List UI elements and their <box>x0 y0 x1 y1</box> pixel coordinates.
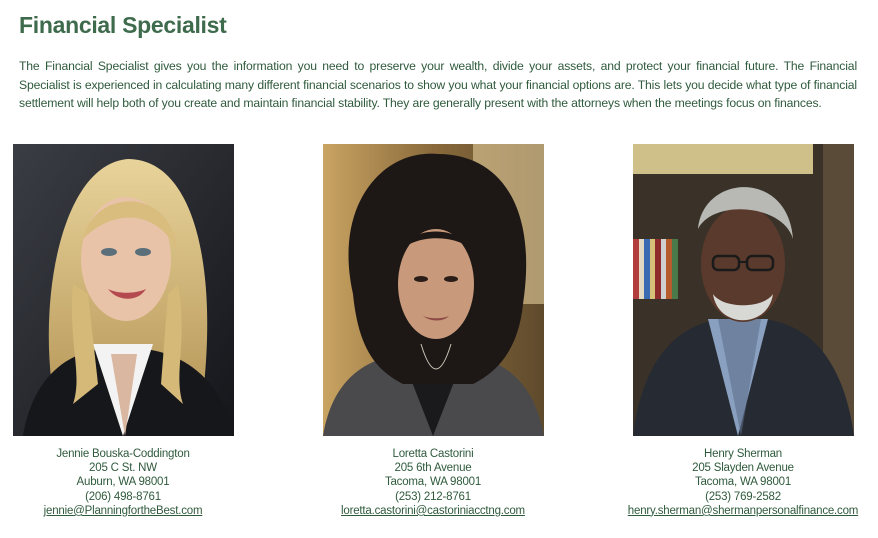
specialist-name: Jennie Bouska-Coddington <box>56 448 190 460</box>
specialist-email-link[interactable]: loretta.castorini@castoriniacctng.com <box>341 505 525 517</box>
specialist-email-link[interactable]: jennie@PlanningfortheBest.com <box>44 505 203 517</box>
specialist-email-link[interactable]: henry.sherman@shermanpersonalfinance.com <box>628 505 859 517</box>
specialist-name: Loretta Castorini <box>392 448 474 460</box>
specialist-card: Henry Sherman 205 Slayden Avenue Tacoma,… <box>613 144 873 518</box>
specialist-photo <box>632 144 854 436</box>
intro-paragraph: The Financial Specialist gives you the i… <box>19 59 857 110</box>
specialist-phone: (253) 212-8761 <box>395 490 471 503</box>
specialist-city: Tacoma, WA 98001 <box>694 476 792 489</box>
specialist-street: 205 6th Avenue <box>394 462 472 475</box>
specialist-city: Auburn, WA 98001 <box>76 476 170 489</box>
specialist-street: 205 Slayden Avenue <box>692 462 794 475</box>
specialist-info: Loretta Castorini 205 6th Avenue Tacoma,… <box>303 447 563 518</box>
page-title: Financial Specialist <box>19 12 227 38</box>
specialist-name: Henry Sherman <box>704 448 782 460</box>
specialist-info: Henry Sherman 205 Slayden Avenue Tacoma,… <box>613 447 873 518</box>
specialist-card: Jennie Bouska-Coddington 205 C St. NW Au… <box>0 144 253 518</box>
specialist-card: Loretta Castorini 205 6th Avenue Tacoma,… <box>303 144 563 518</box>
specialist-info: Jennie Bouska-Coddington 205 C St. NW Au… <box>0 447 253 518</box>
specialist-city: Tacoma, WA 98001 <box>384 476 482 489</box>
specialist-photo <box>322 144 544 436</box>
specialist-photo <box>12 144 234 436</box>
specialist-street: 205 C St. NW <box>89 462 157 475</box>
specialist-phone: (253) 769-2582 <box>705 490 781 503</box>
specialist-phone: (206) 498-8761 <box>85 490 161 503</box>
